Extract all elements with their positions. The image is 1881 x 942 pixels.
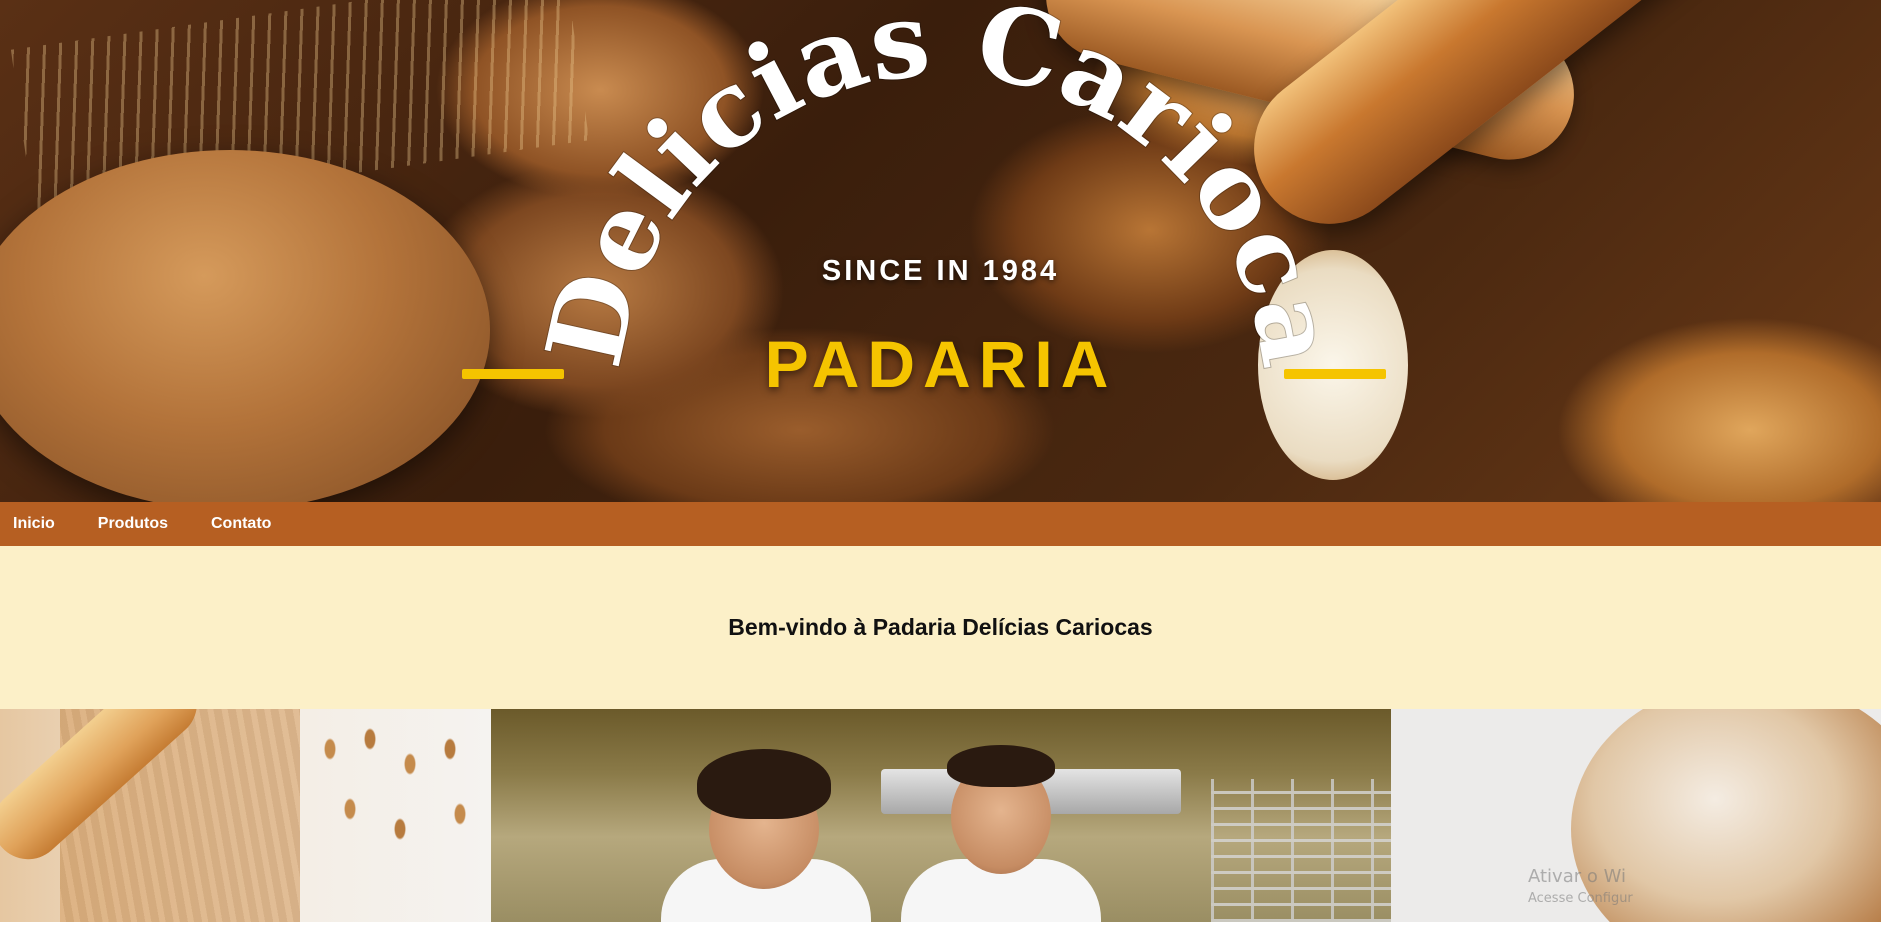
- padaria-title: PADARIA: [764, 327, 1117, 401]
- divider-right: [1284, 369, 1386, 379]
- nav-inicio[interactable]: Inicio: [0, 515, 55, 533]
- welcome-heading: Bem-vindo à Padaria Delícias Cariocas: [728, 614, 1153, 640]
- wheat-grains: [310, 719, 480, 859]
- nav-produtos[interactable]: Produtos: [85, 515, 168, 533]
- brand-name: Delicias Carioca: [521, 0, 1361, 377]
- svg-text:Delicias Carioca: Delicias Carioca: [522, 0, 1361, 376]
- hero-banner: Delicias Carioca SINCE IN 1984 PADARIA: [0, 0, 1881, 502]
- bakers-photo: [491, 709, 1391, 922]
- brand-logo: Delicias Carioca: [521, 0, 1361, 377]
- since-text: SINCE IN 1984: [821, 255, 1060, 287]
- baker-left: [661, 709, 871, 922]
- rustic-loaf-photo: [1391, 709, 1881, 922]
- welcome-section: Bem-vindo à Padaria Delícias Cariocas: [0, 546, 1881, 709]
- windows-activation-watermark: Ativar o Wi Acesse Configur: [1528, 866, 1633, 906]
- baking-rack: [1211, 779, 1391, 922]
- main-nav: Inicio Produtos Contato: [0, 502, 1881, 546]
- nav-contato[interactable]: Contato: [198, 515, 271, 533]
- bread-and-wheat-photo: [0, 709, 491, 922]
- baker-right: [901, 709, 1101, 922]
